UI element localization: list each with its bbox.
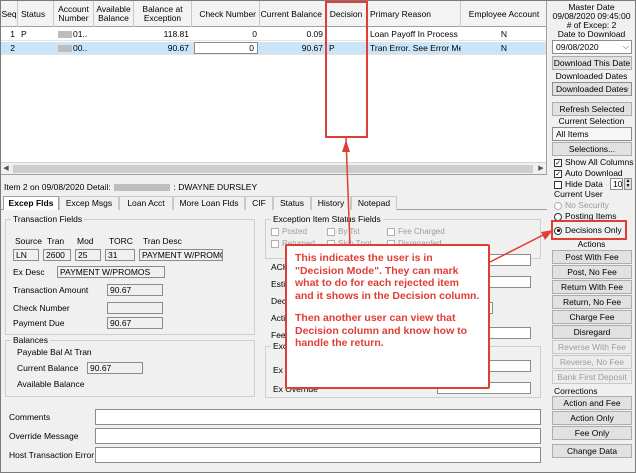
callout-paragraph-1: This indicates the user is in "Decision … (295, 252, 480, 302)
callout-arrows (342, 137, 554, 263)
annotation-callout: This indicates the user is in "Decision … (285, 244, 490, 389)
callout-paragraph-2: Then another user can view that Decision… (295, 312, 468, 349)
arrow-to-decision-column (345, 137, 351, 247)
arrowhead-up-icon (342, 140, 350, 152)
arrowhead-right-icon (541, 230, 553, 240)
